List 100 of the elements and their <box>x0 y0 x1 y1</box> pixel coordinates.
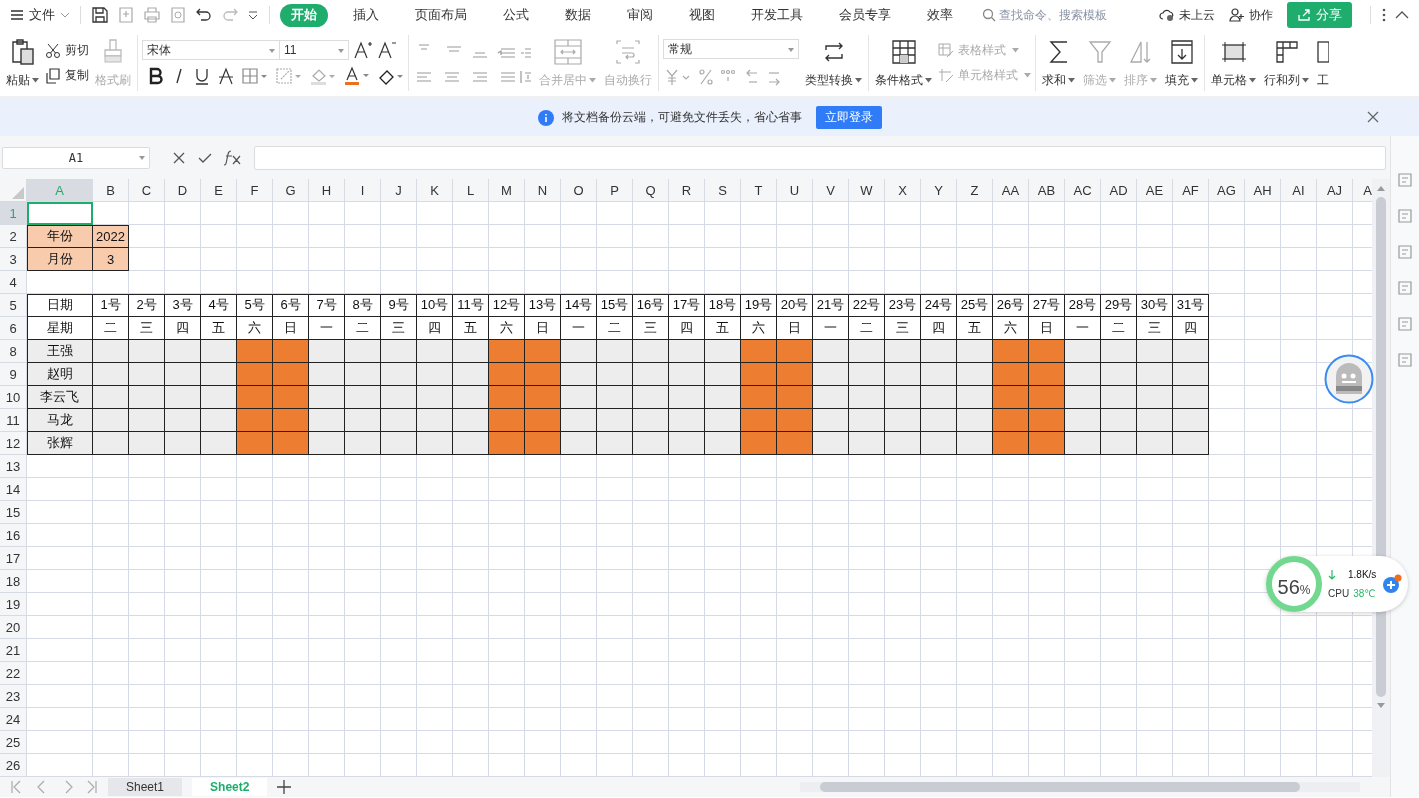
row-header[interactable]: 26 <box>0 754 27 777</box>
sidebar-tool-icon[interactable] <box>1397 316 1413 332</box>
ribbon-tab[interactable]: 会员专享 <box>828 3 902 27</box>
preview-icon[interactable] <box>169 6 187 24</box>
column-header[interactable]: D <box>165 179 201 202</box>
paste-button[interactable]: 粘贴 <box>4 37 41 89</box>
file-menu[interactable]: 文件 <box>10 6 70 24</box>
row-header[interactable]: 20 <box>0 616 27 639</box>
ribbon-tab[interactable]: 插入 <box>342 3 390 27</box>
close-icon[interactable] <box>1367 111 1379 123</box>
column-header[interactable]: AH <box>1245 179 1281 202</box>
column-header[interactable]: N <box>525 179 561 202</box>
dropdown-icon[interactable] <box>247 9 259 21</box>
sidebar-tool-icon[interactable] <box>1397 352 1413 368</box>
row-header[interactable]: 17 <box>0 547 27 570</box>
underline-icon[interactable] <box>194 67 210 85</box>
column-header[interactable]: V <box>813 179 849 202</box>
column-header[interactable]: G <box>273 179 309 202</box>
column-header[interactable]: AF <box>1173 179 1209 202</box>
column-header[interactable]: Z <box>957 179 993 202</box>
strikethrough-icon[interactable] <box>218 67 234 85</box>
grow-font-icon[interactable] <box>353 40 373 60</box>
column-header[interactable]: Y <box>921 179 957 202</box>
ribbon-tab[interactable]: 效率 <box>916 3 964 27</box>
redo-icon[interactable] <box>221 6 239 24</box>
column-header[interactable]: U <box>777 179 813 202</box>
column-header[interactable]: S <box>705 179 741 202</box>
sidebar-tool-icon[interactable] <box>1397 172 1413 188</box>
sidebar-tool-icon[interactable] <box>1397 280 1413 296</box>
row-header[interactable]: 24 <box>0 708 27 731</box>
row-header[interactable]: 6 <box>0 317 27 340</box>
login-button[interactable]: 立即登录 <box>815 106 882 129</box>
column-header[interactable]: O <box>561 179 597 202</box>
column-header[interactable]: L <box>453 179 489 202</box>
row-header[interactable]: 19 <box>0 593 27 616</box>
column-header[interactable]: AG <box>1209 179 1245 202</box>
type-convert-button[interactable]: 类型转换 <box>803 37 864 89</box>
add-sheet-icon[interactable] <box>277 780 292 794</box>
sheet-navigation-icons-drawing[interactable] <box>8 780 98 794</box>
row-header[interactable]: 10 <box>0 386 27 409</box>
column-header[interactable]: AB <box>1029 179 1065 202</box>
fill-color-icon[interactable] <box>310 67 336 85</box>
sidebar-tool-icon[interactable] <box>1397 244 1413 260</box>
name-box[interactable]: A1 <box>2 146 150 169</box>
number-format-select[interactable]: 常规 <box>663 39 799 59</box>
cancel-icon[interactable] <box>172 150 186 165</box>
scroll-up-icon[interactable] <box>1377 185 1385 191</box>
scroll-down-icon[interactable] <box>1377 703 1385 709</box>
print-icon[interactable] <box>143 6 161 24</box>
function-icon[interactable] <box>224 149 242 166</box>
system-monitor-widget[interactable]: 56% 1.8K/s CPU 38℃ <box>1266 556 1409 612</box>
column-header[interactable]: AA <box>993 179 1029 202</box>
row-header[interactable]: 21 <box>0 639 27 662</box>
row-header[interactable]: 3 <box>0 248 27 271</box>
column-header[interactable]: J <box>381 179 417 202</box>
column-header[interactable]: AC <box>1065 179 1101 202</box>
shrink-font-icon[interactable] <box>377 40 397 60</box>
ribbon-tab[interactable]: 视图 <box>678 3 726 27</box>
column-header[interactable]: AD <box>1101 179 1137 202</box>
column-header[interactable]: M <box>489 179 525 202</box>
cell-button[interactable]: 单元格 <box>1209 37 1258 89</box>
fill-button[interactable]: 填充 <box>1163 37 1200 89</box>
sidebar-tool-icon[interactable] <box>1397 208 1413 224</box>
column-header[interactable]: AJ <box>1317 179 1353 202</box>
select-all-icon[interactable] <box>12 187 24 199</box>
row-header[interactable]: 11 <box>0 409 27 432</box>
column-header[interactable]: T <box>741 179 777 202</box>
column-header[interactable]: AI <box>1281 179 1317 202</box>
row-header[interactable]: 8 <box>0 340 27 363</box>
cell-format-icon[interactable] <box>276 67 302 85</box>
row-header[interactable]: 5 <box>0 294 27 317</box>
column-header[interactable]: A <box>1353 179 1372 202</box>
row-header[interactable]: 23 <box>0 685 27 708</box>
font-color-icon[interactable] <box>344 66 370 86</box>
font-size-select[interactable]: 11 <box>279 40 349 60</box>
row-header[interactable]: 22 <box>0 662 27 685</box>
borders-icon[interactable] <box>242 67 268 85</box>
column-header[interactable]: K <box>417 179 453 202</box>
row-header[interactable]: 25 <box>0 731 27 754</box>
row-header[interactable]: 2 <box>0 225 27 248</box>
column-header[interactable]: I <box>345 179 381 202</box>
collapse-icon[interactable] <box>1395 10 1409 20</box>
row-header[interactable]: 15 <box>0 501 27 524</box>
rowcol-button[interactable]: 行和列 <box>1262 37 1311 89</box>
plus-badge-icon[interactable] <box>1382 574 1403 594</box>
font-family-select[interactable]: 宋体 <box>142 40 280 60</box>
bold-icon[interactable] <box>148 67 164 85</box>
undo-icon[interactable] <box>195 6 213 24</box>
sheet-button[interactable]: 工 <box>1315 37 1329 89</box>
ribbon-tab[interactable]: 审阅 <box>616 3 664 27</box>
active-cell[interactable] <box>27 202 93 225</box>
column-header[interactable]: R <box>669 179 705 202</box>
column-header[interactable]: P <box>597 179 633 202</box>
sheet-tab[interactable]: Sheet1 <box>108 778 183 796</box>
ribbon-tab[interactable]: 数据 <box>554 3 602 27</box>
column-header[interactable]: W <box>849 179 885 202</box>
sum-button[interactable]: 求和 <box>1040 37 1077 89</box>
column-header[interactable]: B <box>93 179 129 202</box>
export-icon[interactable] <box>117 6 135 24</box>
row-header[interactable]: 4 <box>0 271 27 294</box>
